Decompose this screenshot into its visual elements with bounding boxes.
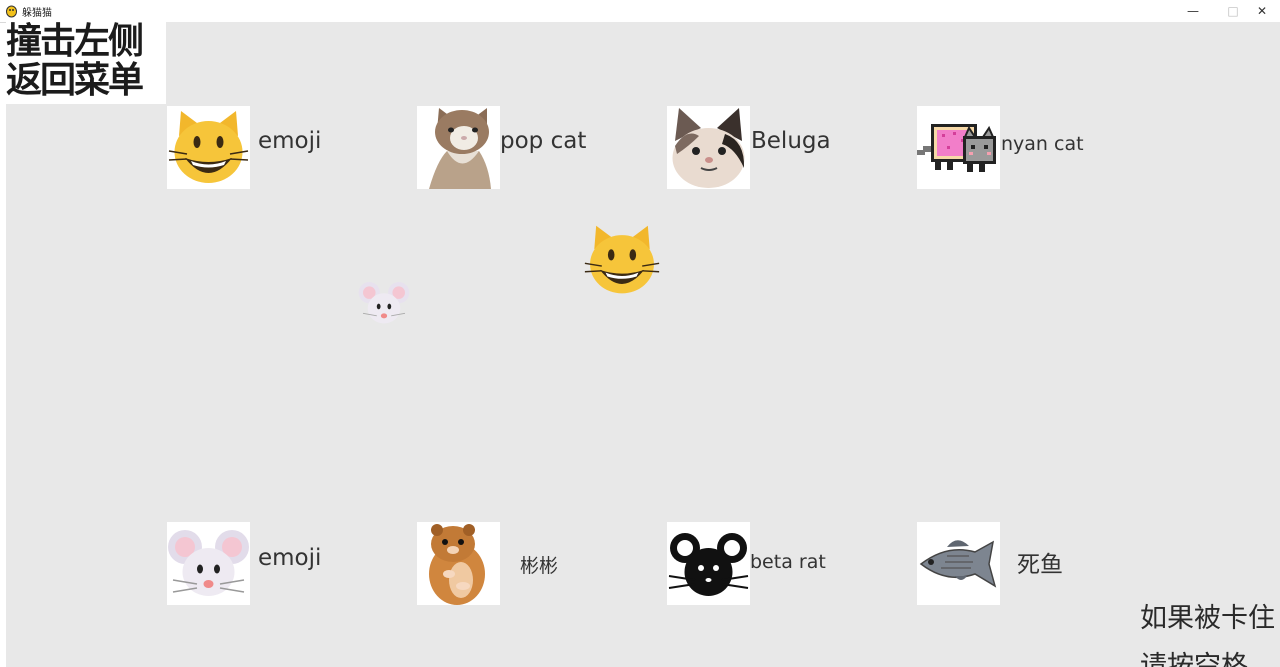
cat-label-beluga: Beluga xyxy=(751,128,831,154)
pygame-snake-icon xyxy=(6,5,17,18)
beta-rat-icon xyxy=(668,533,749,596)
mouse-sprite xyxy=(358,282,410,324)
cat-option-pop-cat[interactable] xyxy=(417,106,500,189)
cat-label-pop-cat: pop cat xyxy=(500,128,587,154)
close-button[interactable]: ✕ xyxy=(1242,0,1280,22)
rat-option-hamster[interactable] xyxy=(417,522,500,605)
cat-emoji-icon xyxy=(168,111,249,183)
window-title: 躲猫猫 xyxy=(22,8,52,19)
cat-label-nyan-cat: nyan cat xyxy=(1001,133,1084,155)
pop-cat-icon xyxy=(429,108,491,189)
dead-fish-icon xyxy=(919,540,997,588)
cat-option-beluga[interactable] xyxy=(667,106,750,189)
stuck-hint-line-2: 请按空格 xyxy=(1140,651,1248,667)
rat-option-beta-rat[interactable] xyxy=(667,522,750,605)
minimize-button[interactable]: — xyxy=(1173,0,1213,22)
back-to-menu-zone[interactable]: 撞击左侧 返回菜单 xyxy=(6,22,166,104)
game-canvas[interactable]: 撞击左侧 返回菜单 emoji pop cat Beluga nyan cat … xyxy=(6,22,1280,667)
hamster-icon xyxy=(429,524,485,605)
cat-label-emoji: emoji xyxy=(258,128,322,154)
beluga-cat-icon xyxy=(672,108,745,188)
rat-label-dead-fish: 死鱼 xyxy=(1017,552,1063,578)
back-line-1: 撞击左侧 xyxy=(6,22,144,62)
rat-label-binbin: 彬彬 xyxy=(520,555,559,577)
rat-option-dead-fish[interactable] xyxy=(917,522,1000,605)
rat-option-emoji[interactable] xyxy=(167,522,250,605)
nyan-cat-icon xyxy=(917,124,996,172)
cat-option-emoji[interactable] xyxy=(167,106,250,189)
back-line-2: 返回菜单 xyxy=(6,60,144,101)
mouse-emoji-icon xyxy=(168,530,249,596)
stuck-hint-line-1: 如果被卡住 xyxy=(1140,603,1275,634)
cat-option-nyan-cat[interactable] xyxy=(917,106,1000,189)
rat-label-beta-rat: beta rat xyxy=(750,551,826,573)
rat-label-emoji: emoji xyxy=(258,545,322,571)
window-titlebar: 躲猫猫 — □ ✕ xyxy=(0,0,1280,23)
player-cat-sprite xyxy=(584,225,660,294)
